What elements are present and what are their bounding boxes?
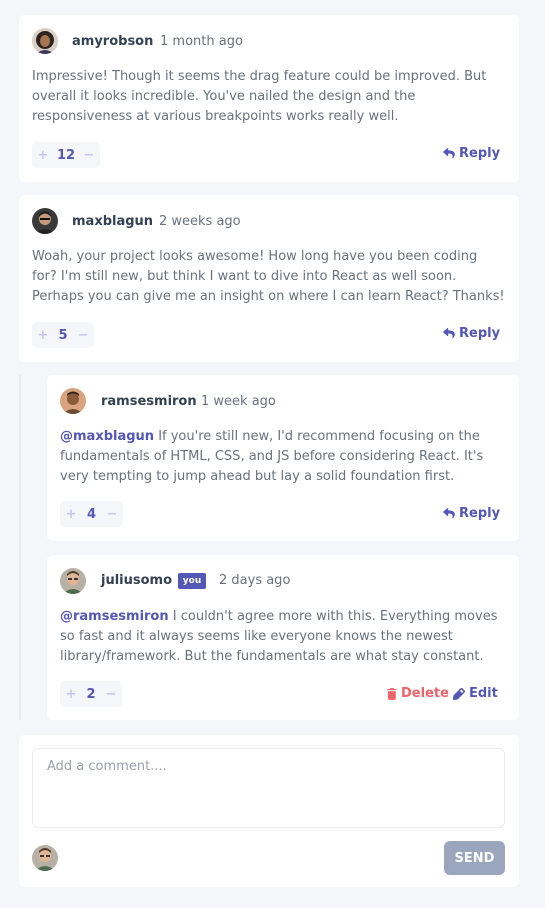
vote-control: + 4 − [60, 501, 123, 527]
reply-button[interactable]: Reply [443, 146, 500, 161]
timestamp: 2 days ago [219, 573, 291, 588]
mention-link[interactable]: @ramsesmiron [60, 609, 169, 624]
score: 12 [56, 147, 76, 163]
pencil-icon [453, 687, 465, 700]
mention-link[interactable]: @maxblagun [60, 429, 154, 444]
send-button[interactable]: SEND [444, 841, 505, 875]
comment-input[interactable] [32, 748, 505, 828]
downvote-button[interactable]: − [78, 148, 100, 163]
reply-icon [443, 328, 455, 339]
avatar [32, 208, 58, 234]
thread-line [19, 375, 21, 720]
delete-label: Delete [401, 686, 449, 701]
current-user-avatar [32, 845, 58, 871]
vote-control: + 2 − [60, 681, 122, 707]
downvote-button[interactable]: − [72, 328, 94, 343]
avatar [60, 388, 86, 414]
edit-label: Edit [469, 686, 498, 701]
username[interactable]: maxblagun [72, 214, 153, 229]
reply-icon [443, 148, 455, 159]
score: 2 [86, 686, 96, 702]
upvote-button[interactable]: + [32, 328, 54, 343]
delete-button[interactable]: Delete [387, 686, 449, 701]
username[interactable]: juliusomo [101, 573, 172, 588]
reply-text: @maxblagun If you're still new, I'd reco… [60, 427, 510, 487]
username[interactable]: ramsesmiron [101, 394, 197, 409]
reply-card: juliusomo you 2 days ago @ramsesmiron I … [47, 555, 519, 720]
comment-card: maxblagun 2 weeks ago Woah, your project… [19, 195, 519, 362]
reply-button[interactable]: Reply [443, 326, 500, 341]
upvote-button[interactable]: + [32, 148, 54, 163]
upvote-button[interactable]: + [60, 687, 82, 702]
downvote-button[interactable]: − [101, 507, 123, 522]
avatar [60, 568, 86, 594]
vote-control: + 12 − [32, 142, 100, 168]
timestamp: 1 week ago [201, 394, 276, 409]
score: 4 [86, 506, 97, 522]
timestamp: 1 month ago [160, 34, 243, 49]
upvote-button[interactable]: + [60, 507, 82, 522]
downvote-button[interactable]: − [100, 687, 122, 702]
reply-icon [443, 508, 455, 519]
edit-button[interactable]: Edit [453, 686, 498, 701]
reply-card: ramsesmiron 1 week ago @maxblagun If you… [47, 375, 519, 541]
reply-button[interactable]: Reply [443, 506, 500, 521]
reply-label: Reply [459, 146, 501, 161]
timestamp: 2 weeks ago [159, 214, 241, 229]
you-badge: you [178, 573, 206, 589]
username[interactable]: amyrobson [72, 34, 153, 49]
trash-icon [387, 687, 397, 700]
vote-control: + 5 − [32, 322, 94, 348]
score: 5 [58, 327, 68, 343]
comment-card: amyrobson 1 month ago Impressive! Though… [19, 15, 519, 182]
reply-text: @ramsesmiron I couldn't agree more with … [60, 607, 510, 667]
avatar [32, 28, 58, 54]
comment-text: Impressive! Though it seems the drag fea… [32, 69, 487, 124]
reply-label: Reply [459, 326, 501, 341]
comment-text: Woah, your project looks awesome! How lo… [32, 249, 505, 304]
reply-label: Reply [459, 506, 501, 521]
